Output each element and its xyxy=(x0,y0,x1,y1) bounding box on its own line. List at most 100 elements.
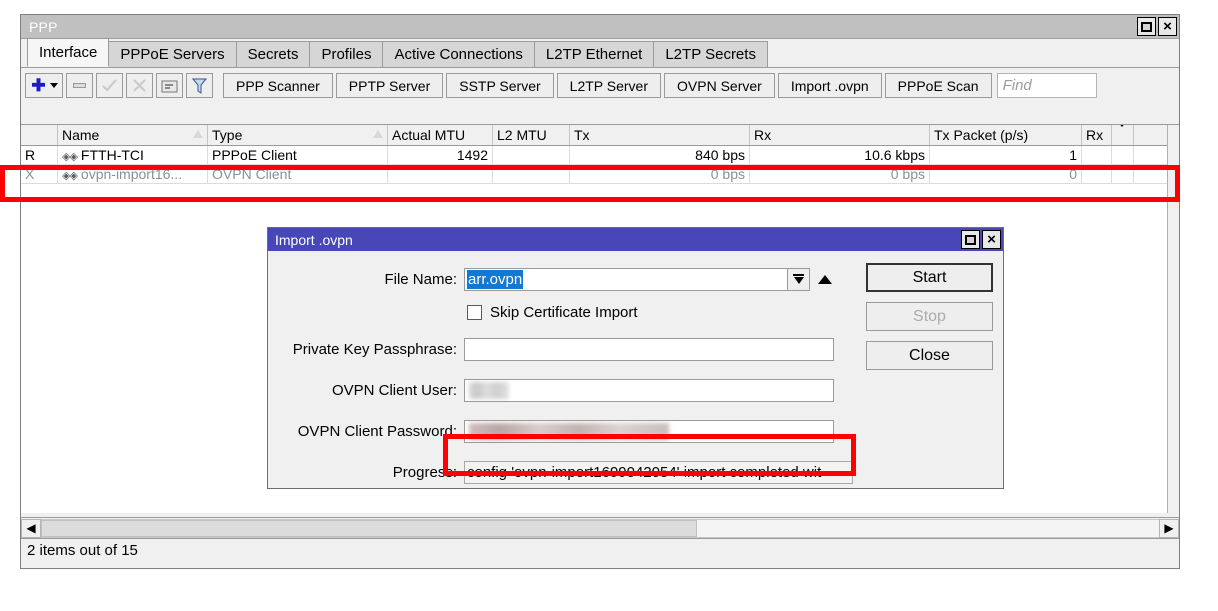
close-icon: × xyxy=(987,231,996,248)
start-button[interactable]: Start xyxy=(866,263,993,292)
scroll-thumb[interactable] xyxy=(41,519,697,537)
cell-rx: 10.6 kbps xyxy=(750,146,930,164)
tab-interface[interactable]: Interface xyxy=(27,38,110,67)
column-header-rx-packet[interactable]: Rx xyxy=(1082,125,1112,145)
import-ovpn-button[interactable]: Import .ovpn xyxy=(777,73,882,98)
user-input[interactable] xyxy=(464,378,834,402)
window-titlebar: PPP × xyxy=(21,15,1179,39)
file-name-label: File Name: xyxy=(384,270,457,288)
toolbar: ✚ PPP Scanner PPTP Server SSTP Server L2… xyxy=(21,68,1179,100)
column-header-tx[interactable]: Tx xyxy=(570,125,750,145)
dialog-form: File Name: arr.ovpn Skip Certificate Imp… xyxy=(268,251,863,485)
tab-l2tp-ethernet[interactable]: L2TP Ethernet xyxy=(533,41,655,67)
sort-indicator-icon xyxy=(193,130,203,138)
plus-icon: ✚ xyxy=(31,75,46,95)
cell-rx: 0 bps xyxy=(750,165,930,183)
redacted-password-value xyxy=(469,422,669,440)
restore-icon xyxy=(965,234,976,245)
stop-button: Stop xyxy=(866,302,993,331)
l2tp-server-button[interactable]: L2TP Server xyxy=(556,73,662,98)
table-row[interactable]: R ◈◈ FTTH-TCI PPPoE Client 1492 840 bps 1… xyxy=(21,146,1179,165)
tab-profiles[interactable]: Profiles xyxy=(309,41,384,67)
dialog-titlebar: Import .ovpn × xyxy=(268,228,1003,251)
column-header-actual-mtu[interactable]: Actual MTU xyxy=(388,125,493,145)
horizontal-scrollbar[interactable]: ◀ ▶ xyxy=(21,517,1179,538)
disable-button[interactable] xyxy=(126,73,153,98)
dialog-body: File Name: arr.ovpn Skip Certificate Imp… xyxy=(268,251,1003,488)
user-label: OVPN Client User: xyxy=(331,381,457,399)
comment-button[interactable] xyxy=(156,73,183,98)
file-name-dropdown-button[interactable] xyxy=(788,267,810,291)
column-header-type-label: Type xyxy=(212,127,243,143)
vertical-scrollbar[interactable] xyxy=(1167,125,1179,513)
password-input[interactable] xyxy=(464,419,834,443)
enable-button[interactable] xyxy=(96,73,123,98)
tab-bar: Interface PPPoE Servers Secrets Profiles… xyxy=(21,38,1179,68)
funnel-icon xyxy=(192,78,207,94)
passphrase-input[interactable] xyxy=(464,337,834,361)
tab-secrets[interactable]: Secrets xyxy=(235,41,311,67)
column-header-type[interactable]: Type xyxy=(208,125,388,145)
filter-button[interactable] xyxy=(186,73,213,98)
redacted-user-value xyxy=(469,381,509,399)
close-icon: × xyxy=(1163,18,1172,35)
remove-button[interactable] xyxy=(66,73,93,98)
ovpn-server-button[interactable]: OVPN Server xyxy=(664,73,775,98)
cell-type: OVPN Client xyxy=(208,165,388,183)
interface-icon: ◈◈ xyxy=(62,170,78,182)
dropdown-arrow-icon xyxy=(793,274,804,284)
column-header-l2-mtu[interactable]: L2 MTU xyxy=(493,125,570,145)
progress-label: Progress: xyxy=(392,463,457,481)
cell-rx-packet xyxy=(1082,165,1112,183)
column-header-name-label: Name xyxy=(62,127,100,143)
cell-flag: R xyxy=(21,146,58,164)
dialog-title: Import .ovpn xyxy=(275,231,353,248)
cell-tx: 840 bps xyxy=(570,146,750,164)
cell-tx-packet: 0 xyxy=(930,165,1082,183)
cell-actual-mtu xyxy=(388,165,493,183)
scroll-right-button[interactable]: ▶ xyxy=(1159,518,1179,538)
tab-pppoe-servers[interactable]: PPPoE Servers xyxy=(108,41,237,67)
cell-spacer xyxy=(1112,146,1134,164)
scroll-track[interactable] xyxy=(41,518,1159,538)
dialog-close-button[interactable]: × xyxy=(982,230,1001,249)
restore-button[interactable] xyxy=(1137,17,1156,36)
pptp-server-button[interactable]: PPTP Server xyxy=(335,73,444,98)
collapse-arrow-icon[interactable] xyxy=(818,274,832,284)
tab-l2tp-secrets[interactable]: L2TP Secrets xyxy=(653,41,768,67)
skip-certificate-checkbox[interactable] xyxy=(467,305,482,320)
chevron-down-icon xyxy=(1116,125,1128,143)
find-input[interactable]: Find xyxy=(996,73,1097,98)
dialog-restore-button[interactable] xyxy=(961,230,980,249)
tab-active-connections[interactable]: Active Connections xyxy=(382,41,535,67)
sort-indicator-icon xyxy=(373,130,383,138)
cell-actual-mtu: 1492 xyxy=(388,146,493,164)
column-header-rx[interactable]: Rx xyxy=(750,125,930,145)
column-chooser-button[interactable] xyxy=(1112,125,1134,145)
password-label: OVPN Client Password: xyxy=(297,422,457,440)
ppp-scanner-button[interactable]: PPP Scanner xyxy=(223,73,333,98)
cell-name-label: FTTH-TCI xyxy=(80,147,144,163)
pppoe-scan-button[interactable]: PPPoE Scan xyxy=(884,73,992,98)
cell-spacer xyxy=(1112,165,1134,183)
table-row[interactable]: X ◈◈ ovpn-import16... OVPN Client 0 bps 0… xyxy=(21,165,1179,184)
cell-l2-mtu xyxy=(493,146,570,164)
cell-name: ◈◈ FTTH-TCI xyxy=(58,146,208,164)
column-header-flag[interactable] xyxy=(21,125,58,145)
scroll-left-button[interactable]: ◀ xyxy=(21,518,41,538)
field-row-user: OVPN Client User: xyxy=(268,377,863,403)
sstp-server-button[interactable]: SSTP Server xyxy=(446,73,554,98)
restore-icon xyxy=(1141,21,1152,32)
add-button[interactable]: ✚ xyxy=(25,73,63,98)
cell-type: PPPoE Client xyxy=(208,146,388,164)
skip-certificate-label: Skip Certificate Import xyxy=(490,304,638,321)
close-button[interactable]: × xyxy=(1158,17,1177,36)
file-name-value: arr.ovpn xyxy=(467,269,524,289)
comment-icon xyxy=(161,80,178,92)
column-header-name[interactable]: Name xyxy=(58,125,208,145)
close-button-dialog[interactable]: Close xyxy=(866,341,993,370)
cell-tx: 0 bps xyxy=(570,165,750,183)
file-name-input[interactable]: arr.ovpn xyxy=(464,267,788,291)
column-header-tx-packet[interactable]: Tx Packet (p/s) xyxy=(930,125,1082,145)
progress-field: config 'ovpn-import1699042054' import co… xyxy=(464,460,853,484)
